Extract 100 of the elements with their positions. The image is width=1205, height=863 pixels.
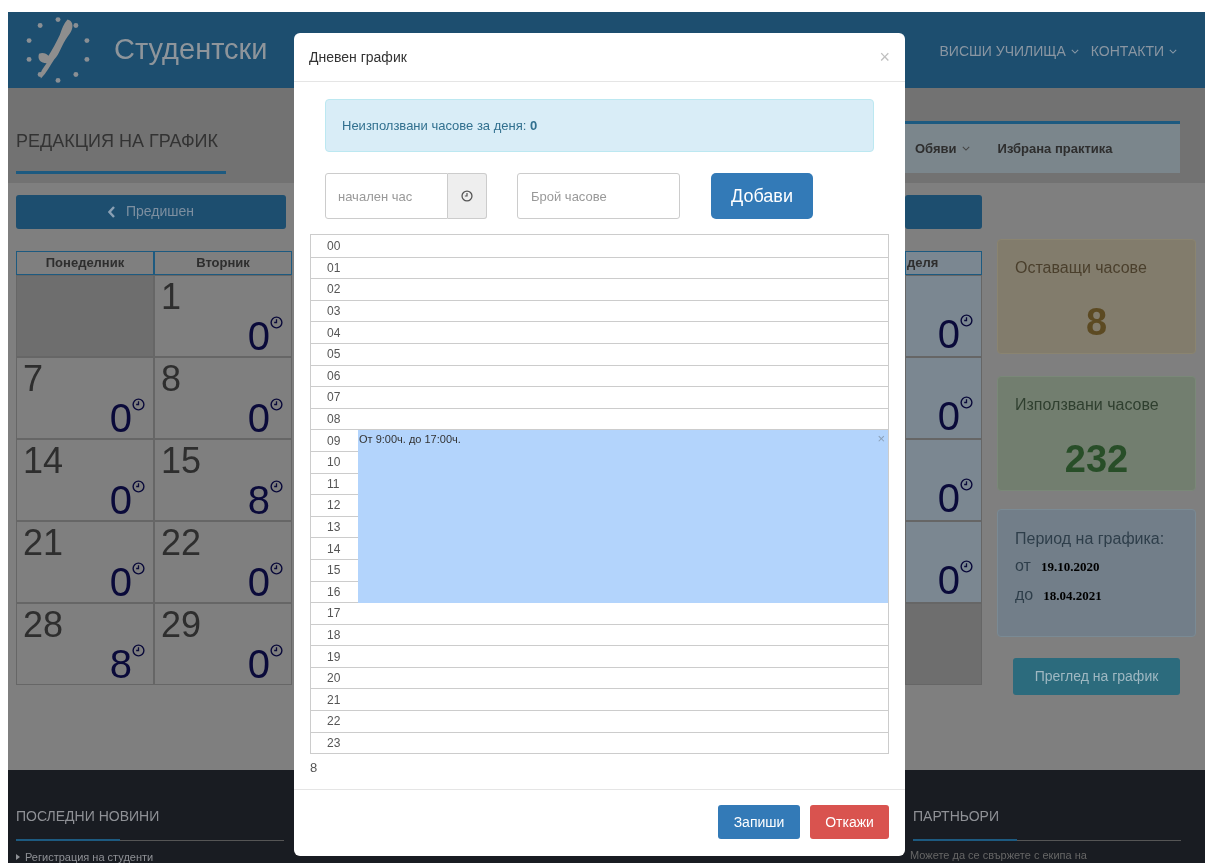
hour-label: 05 xyxy=(326,346,342,364)
hour-label: 11 xyxy=(326,475,341,493)
day-number: 21 xyxy=(23,523,64,562)
previous-button[interactable]: Предишен xyxy=(16,194,286,229)
weekday-header: Вторник xyxy=(154,250,292,275)
hour-label: 19 xyxy=(326,648,342,666)
calendar-day-cell[interactable]: 29 0 xyxy=(154,602,292,685)
hours-count: 0 xyxy=(247,643,270,684)
hours-count: 0 xyxy=(937,313,960,354)
event-label: От 9:00ч. до 17:00ч. xyxy=(359,433,461,447)
hour-label: 21 xyxy=(326,691,342,709)
next-button[interactable] xyxy=(905,194,982,229)
calendar-day-cell[interactable]: 21 0 xyxy=(16,520,154,603)
save-button[interactable]: Запиши xyxy=(718,805,800,839)
add-button[interactable]: Добави xyxy=(711,173,813,219)
calendar-day-cell[interactable] xyxy=(16,274,154,357)
hour-label: 08 xyxy=(326,411,342,429)
hours-count: 0 xyxy=(937,477,960,518)
hours-count: 0 xyxy=(937,559,960,600)
hour-label: 12 xyxy=(326,497,342,515)
stat-value: 232 xyxy=(1064,436,1129,482)
dialog-title: Дневен график xyxy=(309,47,407,67)
hours-count: 0 xyxy=(247,397,270,438)
cancel-button[interactable]: Откажи xyxy=(810,805,889,839)
calendar-day-cell[interactable]: 22 0 xyxy=(154,520,292,603)
hour-label: 02 xyxy=(326,281,342,299)
hour-label: 06 xyxy=(326,367,342,385)
calendar-day-cell[interactable]: 0 xyxy=(905,356,982,439)
hours-count: 0 xyxy=(109,561,132,602)
calendar-day-cell[interactable]: 0 xyxy=(905,438,982,521)
hour-label: 07 xyxy=(326,389,342,407)
clock-icon xyxy=(132,397,145,411)
clock-icon xyxy=(270,643,283,657)
hours-count: 8 xyxy=(109,643,132,684)
footer-heading: ПОСЛЕДНИ НОВИНИ xyxy=(16,806,284,841)
clock-icon xyxy=(270,561,283,575)
chevron-down-icon xyxy=(1169,48,1177,54)
calendar-day-cell[interactable]: 0 xyxy=(905,274,982,357)
view-schedule-button[interactable]: Преглед на график xyxy=(1013,657,1180,695)
period-label: Период на графика: xyxy=(1015,528,1166,548)
hours-count: 8 xyxy=(247,479,270,520)
news-link[interactable]: Регистрация на студенти xyxy=(25,851,154,863)
hours-count: 0 xyxy=(247,561,270,602)
day-number: 8 xyxy=(161,359,182,398)
hour-label: 01 xyxy=(326,259,342,277)
calendar-day-cell[interactable]: 8 0 xyxy=(154,356,292,439)
to-label: до xyxy=(1015,584,1034,605)
calendar-day-cell[interactable]: 15 8 xyxy=(154,438,292,521)
day-number: 29 xyxy=(161,605,202,644)
nav-link[interactable]: КОНТАКТИ xyxy=(1090,40,1177,62)
clock-icon xyxy=(270,315,283,329)
hour-label: 20 xyxy=(326,670,342,688)
clock-icon xyxy=(960,559,973,573)
day-number: 22 xyxy=(161,523,202,562)
nav-tab[interactable]: Избрана практика xyxy=(997,138,1113,159)
chevron-left-icon xyxy=(107,205,116,218)
clock-icon xyxy=(960,477,973,491)
day-number: 1 xyxy=(161,277,182,316)
calendar-day-cell[interactable] xyxy=(905,602,982,685)
footer-heading: ПАРТНЬОРИ xyxy=(913,806,1181,841)
start-date: 19.10.2020 xyxy=(1040,557,1100,576)
stat-label: Използвани часове xyxy=(1015,394,1160,415)
info-alert: Неизползвани часове за деня: 0 xyxy=(325,99,874,152)
hours-count: 0 xyxy=(247,315,270,356)
start-time-field[interactable]: начален час xyxy=(325,173,448,219)
clock-icon xyxy=(270,479,283,493)
day-number: 7 xyxy=(23,359,44,398)
stat-value: 8 xyxy=(1085,299,1108,345)
nav-tab[interactable]: Обяви xyxy=(915,138,970,159)
day-number: 15 xyxy=(161,441,202,480)
end-date: 18.04.2021 xyxy=(1043,586,1102,605)
clock-icon xyxy=(132,561,145,575)
clock-icon xyxy=(132,479,145,493)
hour-label: 14 xyxy=(326,540,342,558)
site-title: Студентски xyxy=(114,32,268,68)
hour-label: 17 xyxy=(326,605,342,623)
clock-icon xyxy=(960,395,973,409)
hours-count: 0 xyxy=(937,395,960,436)
calendar-day-cell[interactable]: 0 xyxy=(905,520,982,603)
hour-label: 09 xyxy=(326,432,342,450)
chevron-down-icon xyxy=(1070,48,1079,54)
hour-label: 23 xyxy=(326,734,342,752)
caret-right-icon xyxy=(16,854,20,860)
hours-count-field[interactable]: Брой часове xyxy=(517,173,680,219)
calendar-day-cell[interactable]: 7 0 xyxy=(16,356,154,439)
hour-label: 15 xyxy=(326,562,342,580)
hour-label: 04 xyxy=(326,324,342,342)
time-picker-button[interactable] xyxy=(448,173,487,219)
booked-time-slot[interactable]: От 9:00ч. до 17:00ч. × xyxy=(358,430,888,451)
hours-count: 0 xyxy=(109,479,132,520)
day-number: 28 xyxy=(23,605,64,644)
booked-time-slot[interactable] xyxy=(358,580,888,604)
page-heading: РЕДАКЦИЯ НА ГРАФИК xyxy=(16,128,226,174)
contact-note: Можете да се свържете с екипа на xyxy=(910,849,1087,861)
hour-label: 22 xyxy=(326,713,342,731)
calendar-day-cell[interactable]: 14 0 xyxy=(16,438,154,521)
nav-link[interactable]: ВИСШИ УЧИЛИЩА xyxy=(939,40,1079,62)
weekday-header: Понеделник xyxy=(16,250,154,275)
calendar-day-cell[interactable]: 1 0 xyxy=(154,274,292,357)
calendar-day-cell[interactable]: 28 8 xyxy=(16,602,154,685)
